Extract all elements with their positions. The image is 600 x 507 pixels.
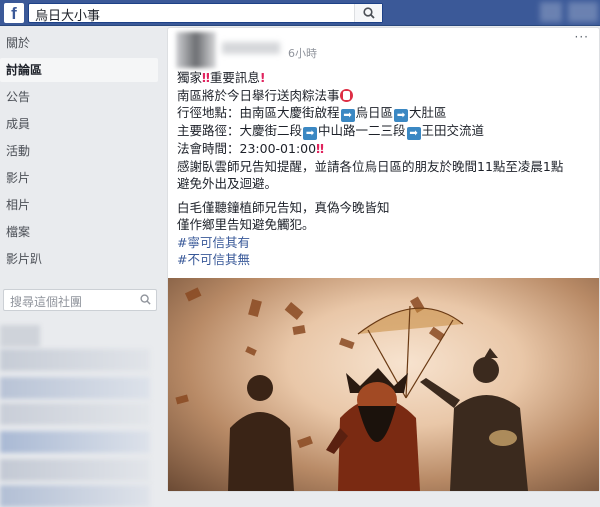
- blurred-shortcut[interactable]: [0, 431, 150, 453]
- right-arrow-icon: ➡: [340, 109, 355, 122]
- sidebar-item-members[interactable]: 成員: [0, 112, 158, 136]
- author-name-blurred[interactable]: [222, 42, 280, 54]
- blurred-shortcut[interactable]: [0, 459, 150, 481]
- blurred-shortcut[interactable]: [0, 349, 150, 371]
- search-icon: [363, 7, 375, 19]
- avatar[interactable]: [176, 32, 216, 68]
- group-sidebar: 關於 討論區 公告 成員 活動 影片 相片 檔案 影片趴 搜尋這個社團: [0, 27, 163, 507]
- double-exclamation-icon: ‼: [316, 141, 324, 156]
- post-line: 重要訊息: [209, 70, 260, 85]
- sidebar-item-discussion[interactable]: 討論區: [0, 58, 158, 82]
- post-line: 獨家: [177, 70, 203, 85]
- group-search-placeholder: 搜尋這個社團: [10, 295, 83, 309]
- profile-blurred[interactable]: [540, 2, 562, 22]
- post-line: 避免外出及迴避。: [177, 176, 278, 191]
- post-line: 烏日區: [355, 105, 394, 120]
- sidebar-item-events[interactable]: 活動: [0, 139, 158, 163]
- post-line: 感謝臥雲師兄告知提醒，並請各位烏日區的朋友於晚間11點至凌晨1點: [177, 158, 564, 174]
- facebook-logo-icon[interactable]: f: [4, 3, 24, 23]
- right-arrow-icon: ➡: [394, 109, 409, 122]
- sidebar-item-photos[interactable]: 相片: [0, 193, 158, 217]
- post-line: 行徑地點：由南區大慶街啟程: [177, 105, 340, 120]
- post-line: 王田交流道: [421, 123, 485, 138]
- blurred-shortcut[interactable]: [0, 325, 40, 347]
- post-line: 法會時間：23:00-01:00: [177, 141, 317, 156]
- ritual-scene-illustration: [175, 287, 528, 491]
- hashtag-link[interactable]: #寧可信其有: [177, 235, 250, 250]
- search-icon: [140, 294, 151, 305]
- post-line: 大肚區: [409, 105, 447, 120]
- blurred-shortcut[interactable]: [0, 403, 150, 425]
- post-line: 白毛僅聽鐘植師兄告知，真偽今晚皆知: [177, 199, 390, 215]
- hashtag-link[interactable]: #不可信其無: [177, 252, 250, 267]
- search-input-value[interactable]: 烏日大小事: [35, 5, 100, 24]
- post-line: 主要路徑：大慶街二段: [177, 123, 303, 138]
- post-line: 中山路一二三段: [318, 123, 406, 138]
- post-text: 獨家‼重要訊息! 南區將於今日舉行送肉粽法事 行徑地點：由南區大慶街啟程 ➡ 烏日區…: [177, 69, 597, 269]
- right-arrow-icon: ➡: [303, 127, 318, 140]
- group-search-input[interactable]: 搜尋這個社團: [3, 289, 157, 311]
- blurred-shortcut[interactable]: [0, 485, 150, 507]
- no-pedestrians-icon: [339, 88, 353, 102]
- sidebar-item-announcements[interactable]: 公告: [0, 85, 158, 109]
- blurred-shortcut[interactable]: [0, 377, 150, 399]
- more-options-icon[interactable]: ···: [575, 30, 589, 44]
- post-line: 南區將於今日舉行送肉粽法事: [177, 87, 340, 103]
- sidebar-item-about[interactable]: 關於: [0, 31, 158, 55]
- top-navigation-bar: f 烏日大小事: [0, 0, 600, 26]
- post-line: 僅作鄉里告知避免觸犯。: [177, 217, 315, 232]
- group-post: 6小時 ··· 獨家‼重要訊息! 南區將於今日舉行送肉粽法事 行徑地點：由南區大…: [167, 27, 600, 492]
- nav-blurred[interactable]: [568, 2, 598, 22]
- search-button[interactable]: [354, 4, 382, 22]
- double-exclamation-icon: ‼: [202, 70, 210, 85]
- post-timestamp[interactable]: 6小時: [288, 45, 317, 61]
- right-arrow-icon: ➡: [406, 127, 421, 140]
- sidebar-item-files[interactable]: 檔案: [0, 220, 158, 244]
- post-photo[interactable]: [168, 278, 599, 491]
- sidebar-item-watch-party[interactable]: 影片趴: [0, 247, 158, 271]
- search-input[interactable]: 烏日大小事: [28, 3, 383, 24]
- exclamation-icon: !: [259, 70, 266, 85]
- sidebar-item-videos[interactable]: 影片: [0, 166, 158, 190]
